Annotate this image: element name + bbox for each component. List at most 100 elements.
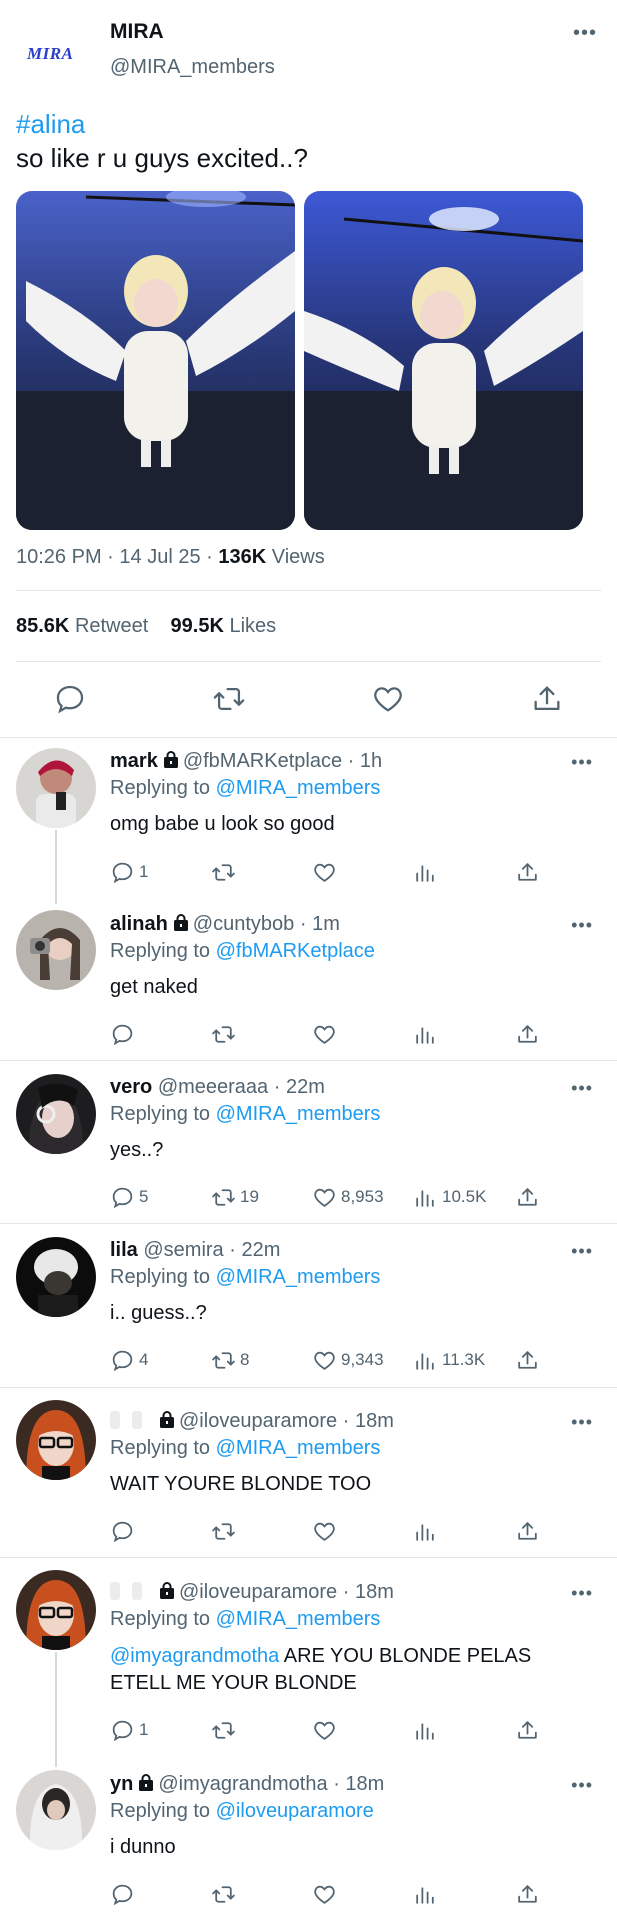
like-icon [314, 1188, 335, 1207]
reply-author-name[interactable]: yn [110, 1773, 133, 1795]
like-button[interactable] [312, 1716, 341, 1744]
views-button[interactable]: 10.5K [413, 1183, 486, 1211]
reply-time[interactable]: 1m [312, 913, 340, 935]
more-options-icon[interactable]: ••• [571, 1775, 593, 1796]
avatar[interactable] [16, 1237, 96, 1317]
share-icon[interactable] [530, 682, 564, 716]
views-button[interactable] [413, 858, 442, 886]
retweet-button[interactable]: 8 [211, 1346, 249, 1374]
reply-author-name[interactable]: mark [110, 750, 158, 772]
likes-count[interactable]: 99.5K [171, 615, 224, 637]
views-button[interactable]: 11.3K [413, 1346, 485, 1374]
reply-button[interactable] [110, 1517, 139, 1545]
share-button[interactable] [515, 1716, 544, 1744]
reply-author-handle[interactable]: @semira [143, 1239, 223, 1261]
retweets-label[interactable]: Retweet [75, 615, 148, 637]
retweet-button[interactable] [211, 1716, 240, 1744]
more-options-icon[interactable]: ••• [573, 22, 597, 45]
reply-author-handle[interactable]: @iloveuparamore [179, 1410, 337, 1432]
like-button[interactable]: 8,953 [312, 1183, 384, 1211]
reply-author-name[interactable]: alinah [110, 913, 168, 935]
account-logo[interactable]: MIRA [27, 44, 87, 64]
avatar[interactable] [16, 1570, 96, 1650]
views-button[interactable] [413, 1880, 442, 1908]
reply-button[interactable]: 1 [110, 858, 148, 886]
reply-time[interactable]: 18m [355, 1410, 394, 1432]
replying-to-link[interactable]: @MIRA_members [216, 1608, 381, 1630]
reply-time[interactable]: 22m [286, 1076, 325, 1098]
share-button[interactable] [515, 1880, 544, 1908]
author-handle[interactable]: @MIRA_members [110, 56, 275, 79]
author-display-name[interactable]: MIRA [110, 20, 164, 44]
retweet-count: 8 [240, 1350, 250, 1369]
reply-author-handle[interactable]: @imyagrandmotha [158, 1773, 327, 1795]
retweet-button[interactable] [211, 1517, 240, 1545]
retweet-button[interactable] [211, 858, 240, 886]
reply-author-name[interactable]: lila [110, 1239, 138, 1261]
view-count: 10.5K [442, 1187, 487, 1206]
likes-label[interactable]: Likes [229, 615, 276, 637]
reply-time[interactable]: 1h [360, 750, 382, 772]
reply-author-handle[interactable]: @cuntybob [193, 913, 294, 935]
share-button[interactable] [515, 1183, 544, 1211]
reply-button[interactable]: 4 [110, 1346, 148, 1374]
post-hashtag[interactable]: #alina [16, 109, 85, 140]
views-button[interactable] [413, 1020, 442, 1048]
lock-icon [138, 1774, 154, 1791]
share-button[interactable] [515, 858, 544, 886]
replying-to-label: Replying to [110, 1608, 211, 1630]
reply-author-name[interactable]: vero [110, 1076, 152, 1098]
more-options-icon[interactable]: ••• [571, 1412, 593, 1433]
like-icon[interactable] [371, 682, 405, 716]
more-options-icon[interactable]: ••• [571, 915, 593, 936]
like-button[interactable] [312, 1020, 341, 1048]
reply-time[interactable]: 18m [345, 1773, 384, 1795]
reply-author-handle[interactable]: @iloveuparamore [179, 1581, 337, 1603]
reply-time[interactable]: 22m [241, 1239, 280, 1261]
reply-author-handle[interactable]: @meeeraaa [158, 1076, 268, 1098]
share-button[interactable] [515, 1020, 544, 1048]
replying-to-link[interactable]: @MIRA_members [216, 777, 381, 799]
replying-to-link[interactable]: @fbMARKetplace [216, 940, 375, 962]
like-button[interactable] [312, 858, 341, 886]
more-options-icon[interactable]: ••• [571, 752, 593, 773]
avatar[interactable] [16, 1074, 96, 1154]
share-button[interactable] [515, 1346, 544, 1374]
hidden-name [132, 1411, 142, 1429]
post-photo-2[interactable] [304, 191, 583, 530]
more-options-icon[interactable]: ••• [571, 1583, 593, 1604]
reply-button[interactable] [110, 1020, 139, 1048]
reply-button[interactable]: 1 [110, 1716, 148, 1744]
retweet-button[interactable]: 19 [211, 1183, 259, 1211]
reply-icon[interactable] [53, 682, 87, 716]
more-options-icon[interactable]: ••• [571, 1241, 593, 1262]
reply-author-handle[interactable]: @fbMARKetplace [183, 750, 342, 772]
like-button[interactable] [312, 1517, 341, 1545]
like-icon [314, 1522, 335, 1541]
reply-button[interactable] [110, 1880, 139, 1908]
avatar[interactable] [16, 1400, 96, 1480]
like-button[interactable] [312, 1880, 341, 1908]
share-button[interactable] [515, 1517, 544, 1545]
replying-to-link[interactable]: @MIRA_members [216, 1103, 381, 1125]
replying-to-link[interactable]: @iloveuparamore [216, 1800, 374, 1822]
retweet-icon[interactable] [212, 682, 246, 716]
avatar[interactable] [16, 748, 96, 828]
avatar[interactable] [16, 1770, 96, 1850]
like-button[interactable]: 9,343 [312, 1346, 384, 1374]
retweets-count[interactable]: 85.6K [16, 615, 69, 637]
retweet-button[interactable] [211, 1020, 240, 1048]
views-button[interactable] [413, 1517, 442, 1545]
reply-time[interactable]: 18m [355, 1581, 394, 1603]
avatar[interactable] [16, 910, 96, 990]
reply-button[interactable]: 5 [110, 1183, 148, 1211]
more-options-icon[interactable]: ••• [571, 1078, 593, 1099]
reply-dot: · [229, 1239, 236, 1261]
mention-link[interactable]: @imyagrandmotha [110, 1645, 279, 1667]
post-photo-1[interactable] [16, 191, 295, 530]
replying-to-link[interactable]: @MIRA_members [216, 1266, 381, 1288]
replying-to-link[interactable]: @MIRA_members [216, 1437, 381, 1459]
retweet-button[interactable] [211, 1880, 240, 1908]
like-icon [314, 1885, 335, 1904]
views-button[interactable] [413, 1716, 442, 1744]
